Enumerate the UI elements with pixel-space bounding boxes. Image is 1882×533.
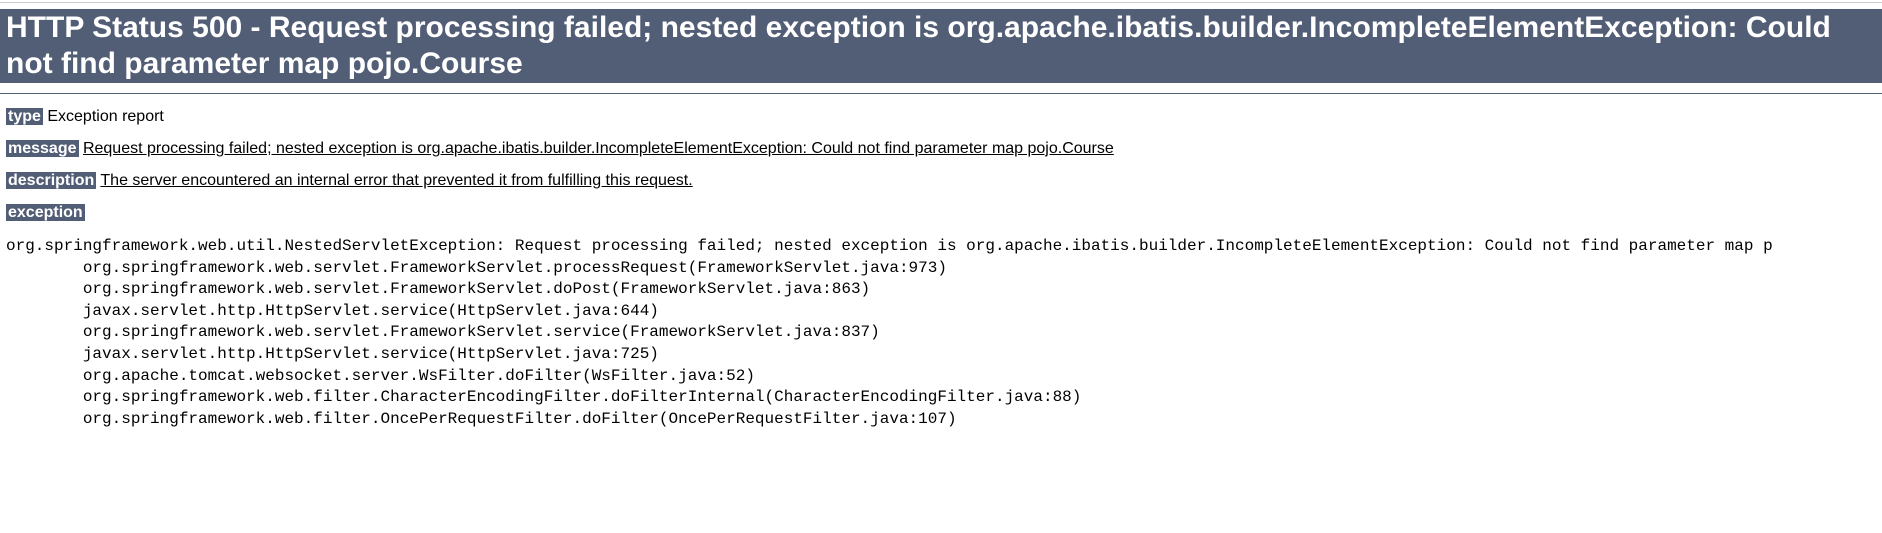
exception-label: exception (6, 204, 85, 221)
message-label: message (6, 140, 79, 157)
type-label: type (6, 108, 43, 125)
exception-line: exception (0, 204, 1882, 222)
section-divider (0, 93, 1882, 94)
status-header: HTTP Status 500 - Request processing fai… (0, 9, 1882, 83)
type-value: Exception report (47, 108, 164, 125)
type-line: type Exception report (0, 108, 1882, 126)
description-value: The server encountered an internal error… (100, 172, 692, 189)
top-divider (0, 2, 1882, 3)
message-value: Request processing failed; nested except… (83, 140, 1114, 157)
message-line: message Request processing failed; neste… (0, 140, 1882, 158)
description-label: description (6, 172, 96, 189)
description-line: description The server encountered an in… (0, 172, 1882, 190)
exception-stack-trace: org.springframework.web.util.NestedServl… (0, 236, 1882, 430)
